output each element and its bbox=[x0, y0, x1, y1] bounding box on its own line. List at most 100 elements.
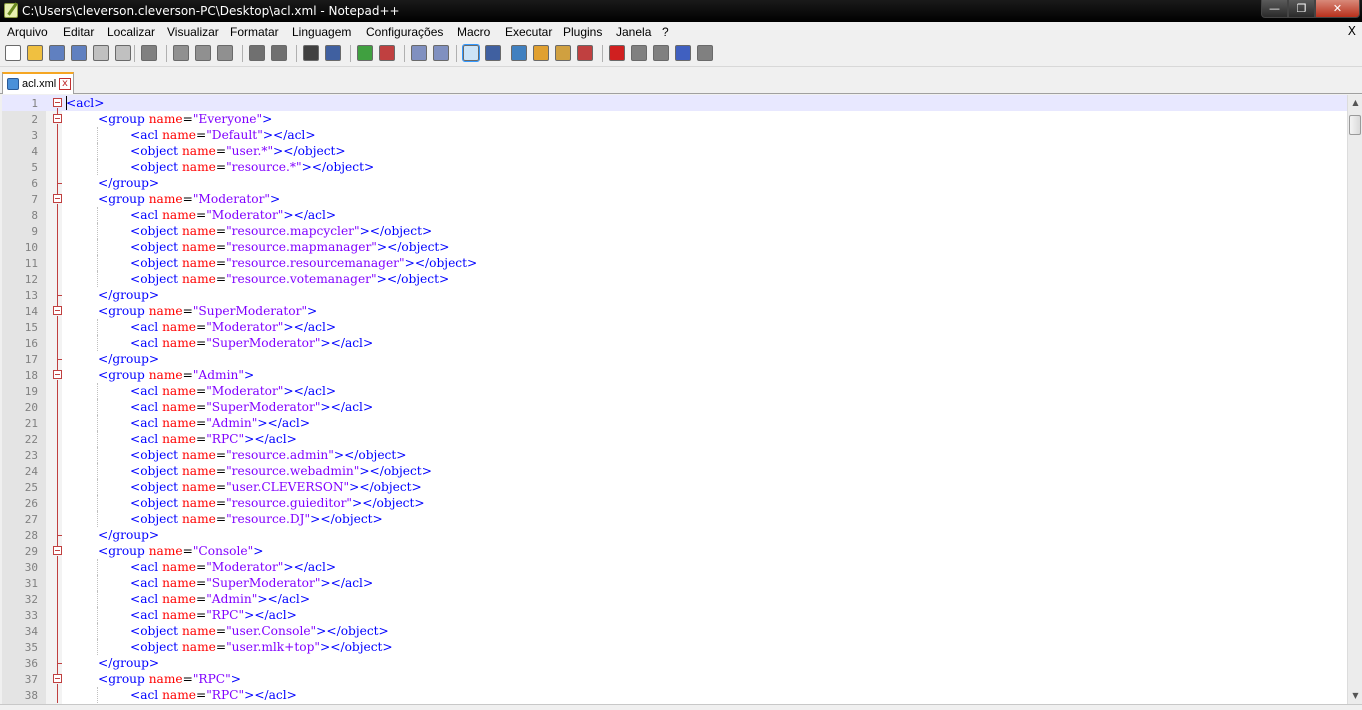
code-line[interactable]: 36 </group> bbox=[2, 655, 1347, 671]
menu-linguagem[interactable]: Linguagem bbox=[292, 25, 351, 39]
code-line[interactable]: 16 <acl name="SuperModerator"></acl> bbox=[2, 335, 1347, 351]
close-icon: ✕ bbox=[1332, 2, 1343, 15]
fold-toggle-icon[interactable] bbox=[53, 194, 62, 203]
code-editor[interactable]: 1 <acl> 2 <group name="Everyone"> 3 <acl name… bbox=[2, 95, 1347, 704]
replace-icon[interactable] bbox=[325, 45, 341, 61]
close-window-button[interactable]: ✕ bbox=[1315, 0, 1360, 18]
code-line[interactable]: 14 <group name="SuperModerator"> bbox=[2, 303, 1347, 319]
menu-help[interactable]: ? bbox=[662, 25, 669, 39]
menu-arquivo[interactable]: Arquivo bbox=[7, 25, 48, 39]
scroll-thumb[interactable] bbox=[1349, 115, 1361, 135]
indent-guide-icon[interactable] bbox=[511, 45, 527, 61]
sync-vertical-icon[interactable] bbox=[411, 45, 427, 61]
code-line[interactable]: 12 <object name="resource.votemanager"></… bbox=[2, 271, 1347, 287]
find-icon[interactable] bbox=[303, 45, 319, 61]
vertical-scrollbar[interactable]: ▲ ▼ bbox=[1347, 95, 1362, 704]
code-line[interactable]: 24 <object name="resource.webadmin"></obj… bbox=[2, 463, 1347, 479]
menu-editar[interactable]: Editar bbox=[63, 25, 94, 39]
new-file-icon[interactable] bbox=[5, 45, 21, 61]
code-line[interactable]: 11 <object name="resource.resourcemanager… bbox=[2, 255, 1347, 271]
code-line[interactable]: 2 <group name="Everyone"> bbox=[2, 111, 1347, 127]
code-line[interactable]: 21 <acl name="Admin"></acl> bbox=[2, 415, 1347, 431]
code-line[interactable]: 35 <object name="user.mlk+top"></object> bbox=[2, 639, 1347, 655]
menu-visualizar[interactable]: Visualizar bbox=[167, 25, 219, 39]
maximize-button[interactable]: ❐ bbox=[1288, 0, 1315, 18]
code-line[interactable]: 6 </group> bbox=[2, 175, 1347, 191]
code-line[interactable]: 30 <acl name="Moderator"></acl> bbox=[2, 559, 1347, 575]
fold-toggle-icon[interactable] bbox=[53, 370, 62, 379]
undo-icon[interactable] bbox=[249, 45, 265, 61]
menu-executar[interactable]: Executar bbox=[505, 25, 552, 39]
copy-icon[interactable] bbox=[195, 45, 211, 61]
fold-toggle-icon[interactable] bbox=[53, 98, 62, 107]
code-line[interactable]: 34 <object name="user.Console"></object> bbox=[2, 623, 1347, 639]
open-file-icon[interactable] bbox=[27, 45, 43, 61]
notepadpp-app-icon[interactable] bbox=[4, 3, 18, 18]
close-document-button[interactable]: X bbox=[1348, 24, 1356, 38]
code-line[interactable]: 7 <group name="Moderator"> bbox=[2, 191, 1347, 207]
play-macro-icon[interactable] bbox=[653, 45, 669, 61]
user-lang-icon[interactable] bbox=[533, 45, 549, 61]
tab-acl-xml[interactable]: acl.xml x bbox=[2, 72, 74, 94]
code-line[interactable]: 4 <object name="user.*"></object> bbox=[2, 143, 1347, 159]
code-line[interactable]: 26 <object name="resource.guieditor"></ob… bbox=[2, 495, 1347, 511]
code-line[interactable]: 15 <acl name="Moderator"></acl> bbox=[2, 319, 1347, 335]
menu-formatar[interactable]: Formatar bbox=[230, 25, 279, 39]
code-line[interactable]: 38 <acl name="RPC"></acl> bbox=[2, 687, 1347, 703]
redo-icon[interactable] bbox=[271, 45, 287, 61]
code-line[interactable]: 17 </group> bbox=[2, 351, 1347, 367]
code-line[interactable]: 23 <object name="resource.admin"></object… bbox=[2, 447, 1347, 463]
code-line[interactable]: 22 <acl name="RPC"></acl> bbox=[2, 431, 1347, 447]
code-line[interactable]: 29 <group name="Console"> bbox=[2, 543, 1347, 559]
code-line[interactable]: 3 <acl name="Default"></acl> bbox=[2, 127, 1347, 143]
code-line[interactable]: 13 </group> bbox=[2, 287, 1347, 303]
run-macro-multiple-icon[interactable] bbox=[675, 45, 691, 61]
code-line[interactable]: 33 <acl name="RPC"></acl> bbox=[2, 607, 1347, 623]
code-line[interactable]: 18 <group name="Admin"> bbox=[2, 367, 1347, 383]
menu-configuracoes[interactable]: Configurações bbox=[366, 25, 443, 39]
code-line[interactable]: 10 <object name="resource.mapmanager"></o… bbox=[2, 239, 1347, 255]
close-all-icon[interactable] bbox=[115, 45, 131, 61]
fold-line bbox=[57, 639, 58, 655]
menu-plugins[interactable]: Plugins bbox=[563, 25, 602, 39]
menu-macro[interactable]: Macro bbox=[457, 25, 490, 39]
zoom-out-icon[interactable] bbox=[379, 45, 395, 61]
code-line[interactable]: 1 <acl> bbox=[2, 95, 1347, 111]
fold-toggle-icon[interactable] bbox=[53, 114, 62, 123]
minimize-button[interactable]: — bbox=[1261, 0, 1288, 18]
code-line[interactable]: 5 <object name="resource.*"></object> bbox=[2, 159, 1347, 175]
code-line[interactable]: 19 <acl name="Moderator"></acl> bbox=[2, 383, 1347, 399]
scroll-down-icon[interactable]: ▼ bbox=[1348, 688, 1362, 704]
show-all-chars-icon[interactable] bbox=[485, 45, 501, 61]
code-line[interactable]: 9 <object name="resource.mapcycler"></obj… bbox=[2, 223, 1347, 239]
code-line[interactable]: 25 <object name="user.CLEVERSON"></object… bbox=[2, 479, 1347, 495]
code-line[interactable]: 28 </group> bbox=[2, 527, 1347, 543]
menu-janela[interactable]: Janela bbox=[616, 25, 651, 39]
fold-toggle-icon[interactable] bbox=[53, 546, 62, 555]
function-list-icon[interactable] bbox=[577, 45, 593, 61]
cut-icon[interactable] bbox=[173, 45, 189, 61]
record-macro-icon[interactable] bbox=[609, 45, 625, 61]
scroll-up-icon[interactable]: ▲ bbox=[1348, 95, 1362, 111]
fold-toggle-icon[interactable] bbox=[53, 306, 62, 315]
paste-icon[interactable] bbox=[217, 45, 233, 61]
save-macro-icon[interactable] bbox=[697, 45, 713, 61]
menu-localizar[interactable]: Localizar bbox=[107, 25, 155, 39]
stop-macro-icon[interactable] bbox=[631, 45, 647, 61]
code-line[interactable]: 20 <acl name="SuperModerator"></acl> bbox=[2, 399, 1347, 415]
code-line[interactable]: 8 <acl name="Moderator"></acl> bbox=[2, 207, 1347, 223]
print-icon[interactable] bbox=[141, 45, 157, 61]
tab-close-icon[interactable]: x bbox=[59, 78, 71, 90]
save-all-icon[interactable] bbox=[71, 45, 87, 61]
code-line[interactable]: 31 <acl name="SuperModerator"></acl> bbox=[2, 575, 1347, 591]
sync-horizontal-icon[interactable] bbox=[433, 45, 449, 61]
close-icon[interactable] bbox=[93, 45, 109, 61]
code-line[interactable]: 32 <acl name="Admin"></acl> bbox=[2, 591, 1347, 607]
fold-toggle-icon[interactable] bbox=[53, 674, 62, 683]
zoom-in-icon[interactable] bbox=[357, 45, 373, 61]
code-line[interactable]: 37 <group name="RPC"> bbox=[2, 671, 1347, 687]
code-line[interactable]: 27 <object name="resource.DJ"></object> bbox=[2, 511, 1347, 527]
doc-map-icon[interactable] bbox=[555, 45, 571, 61]
save-icon[interactable] bbox=[49, 45, 65, 61]
word-wrap-icon[interactable] bbox=[462, 44, 480, 62]
